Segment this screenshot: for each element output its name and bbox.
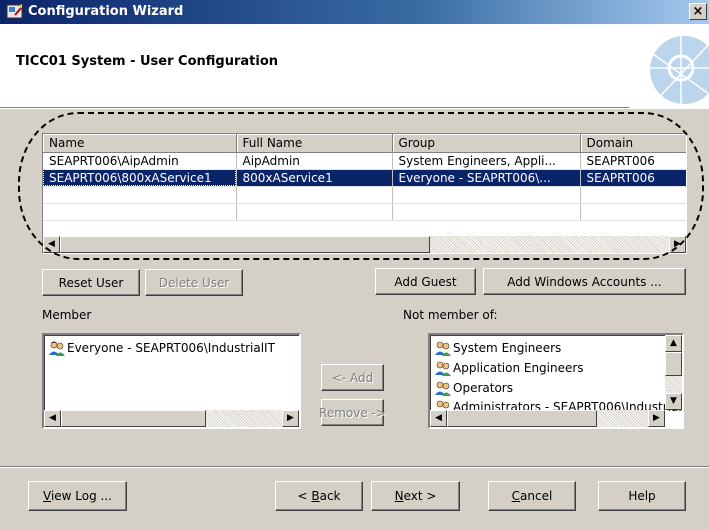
arrow-down-icon: ▼: [670, 396, 677, 406]
table-row[interactable]: SEAPRT006\AipAdmin AipAdmin System Engin…: [43, 152, 686, 170]
users-table-hscrollbar[interactable]: ◀ ▶: [43, 236, 686, 253]
arrow-up-icon: ▲: [670, 338, 677, 348]
header-divider: [0, 108, 709, 109]
add-windows-accounts-label: Add Windows Accounts ...: [507, 274, 662, 289]
wizard-app-icon: [6, 4, 23, 19]
close-icon: ×: [692, 4, 704, 19]
arrow-left-icon: ◀: [48, 239, 55, 249]
scroll-down-button[interactable]: ▼: [665, 393, 682, 410]
scroll-thumb[interactable]: [60, 236, 430, 253]
user-group-icon: [435, 341, 451, 356]
scroll-left-button[interactable]: ◀: [43, 236, 60, 253]
page-title: TICC01 System - User Configuration: [16, 54, 279, 69]
column-header-domain[interactable]: Domain: [580, 134, 686, 153]
scroll-thumb[interactable]: [61, 410, 206, 427]
user-group-icon: [435, 361, 451, 376]
arrow-right-icon: ▶: [287, 413, 294, 423]
user-group-icon: [49, 341, 65, 356]
help-label: Help: [628, 489, 656, 503]
list-item[interactable]: System Engineers: [434, 338, 561, 358]
cell-group: System Engineers, Appli...: [392, 152, 581, 170]
table-header-row: Name Full Name Group Domain: [43, 134, 686, 153]
delete-user-label: Delete User: [158, 275, 230, 290]
reset-user-button[interactable]: Reset User: [42, 269, 140, 296]
member-listbox[interactable]: Everyone - SEAPRT006\IndustrialIT ◀ ▶: [42, 333, 301, 429]
window-title: Configuration Wizard: [28, 4, 184, 19]
cell-full-name: 800xAService1: [236, 169, 393, 187]
add-windows-accounts-button[interactable]: Add Windows Accounts ...: [483, 268, 686, 295]
help-button[interactable]: Help: [598, 481, 686, 511]
not-member-label: Not member of:: [403, 308, 498, 322]
scroll-left-button[interactable]: ◀: [44, 410, 61, 427]
member-name: Everyone - SEAPRT006\IndustrialIT: [67, 341, 275, 355]
back-button[interactable]: < Back: [275, 481, 363, 511]
cell-name: SEAPRT006\AipAdmin: [43, 152, 237, 170]
view-log-label: View Log ...: [43, 489, 112, 503]
not-member-hscrollbar[interactable]: ◀ ▶: [430, 410, 665, 427]
scroll-right-button[interactable]: ▶: [648, 410, 665, 427]
not-member-listbox[interactable]: System Engineers Application Engineers O…: [428, 333, 684, 429]
arrow-left-icon: ◀: [49, 413, 56, 423]
list-item[interactable]: Everyone - SEAPRT006\IndustrialIT: [48, 338, 275, 358]
cell-name: SEAPRT006\800xAService1: [43, 169, 237, 187]
add-guest-button[interactable]: Add Guest: [375, 268, 476, 295]
next-label: Next >: [394, 489, 437, 503]
scroll-right-button[interactable]: ▶: [669, 236, 686, 253]
add-label: <- Add: [331, 370, 374, 385]
scroll-up-button[interactable]: ▲: [665, 335, 682, 352]
list-item[interactable]: Application Engineers: [434, 358, 584, 378]
cancel-label: Cancel: [511, 489, 553, 503]
remove-label: Remove ->: [319, 405, 386, 420]
group-name: Operators: [453, 381, 513, 395]
scroll-thumb[interactable]: [447, 410, 597, 427]
delete-user-button[interactable]: Delete User: [145, 269, 243, 296]
cell-full-name: AipAdmin: [236, 152, 393, 170]
arrow-right-icon: ▶: [674, 239, 681, 249]
group-name: System Engineers: [453, 341, 562, 355]
users-table[interactable]: Name Full Name Group Domain SEAPRT006\Ai…: [42, 133, 687, 254]
user-group-icon: [435, 381, 451, 396]
view-log-button[interactable]: View Log ...: [28, 481, 127, 511]
scroll-thumb[interactable]: [665, 352, 682, 376]
footer-divider: [0, 466, 709, 468]
arrow-left-icon: ◀: [435, 413, 442, 423]
wizard-header: TICC01 System - User Configuration: [0, 24, 709, 108]
close-button[interactable]: ×: [689, 3, 707, 20]
member-hscrollbar[interactable]: ◀ ▶: [44, 410, 299, 427]
back-label: < Back: [297, 489, 341, 503]
remove-button[interactable]: Remove ->: [319, 399, 386, 426]
table-row-empty[interactable]: [43, 203, 686, 221]
column-header-full-name[interactable]: Full Name: [236, 134, 393, 153]
arrow-right-icon: ▶: [653, 413, 660, 423]
add-guest-label: Add Guest: [394, 274, 457, 289]
cancel-button[interactable]: Cancel: [488, 481, 576, 511]
add-button[interactable]: <- Add: [321, 364, 384, 391]
cell-domain: SEAPRT006: [580, 169, 686, 187]
reset-user-label: Reset User: [58, 275, 124, 290]
globe-network-graphic: [629, 24, 709, 108]
next-button[interactable]: Next >: [371, 481, 460, 511]
table-row-empty[interactable]: [43, 186, 686, 204]
group-name: Application Engineers: [453, 361, 584, 375]
cell-group: Everyone - SEAPRT006\...: [392, 169, 581, 187]
cell-domain: SEAPRT006: [580, 152, 686, 170]
title-bar: Configuration Wizard ×: [0, 0, 709, 24]
member-label: Member: [42, 308, 92, 322]
column-header-name[interactable]: Name: [43, 134, 237, 153]
not-member-vscrollbar[interactable]: ▲ ▼: [665, 335, 682, 410]
list-item[interactable]: Operators: [434, 378, 513, 398]
table-row-selected[interactable]: SEAPRT006\800xAService1 800xAService1 Ev…: [43, 169, 686, 187]
scroll-right-button[interactable]: ▶: [282, 410, 299, 427]
scroll-left-button[interactable]: ◀: [430, 410, 447, 427]
column-header-group[interactable]: Group: [392, 134, 581, 153]
